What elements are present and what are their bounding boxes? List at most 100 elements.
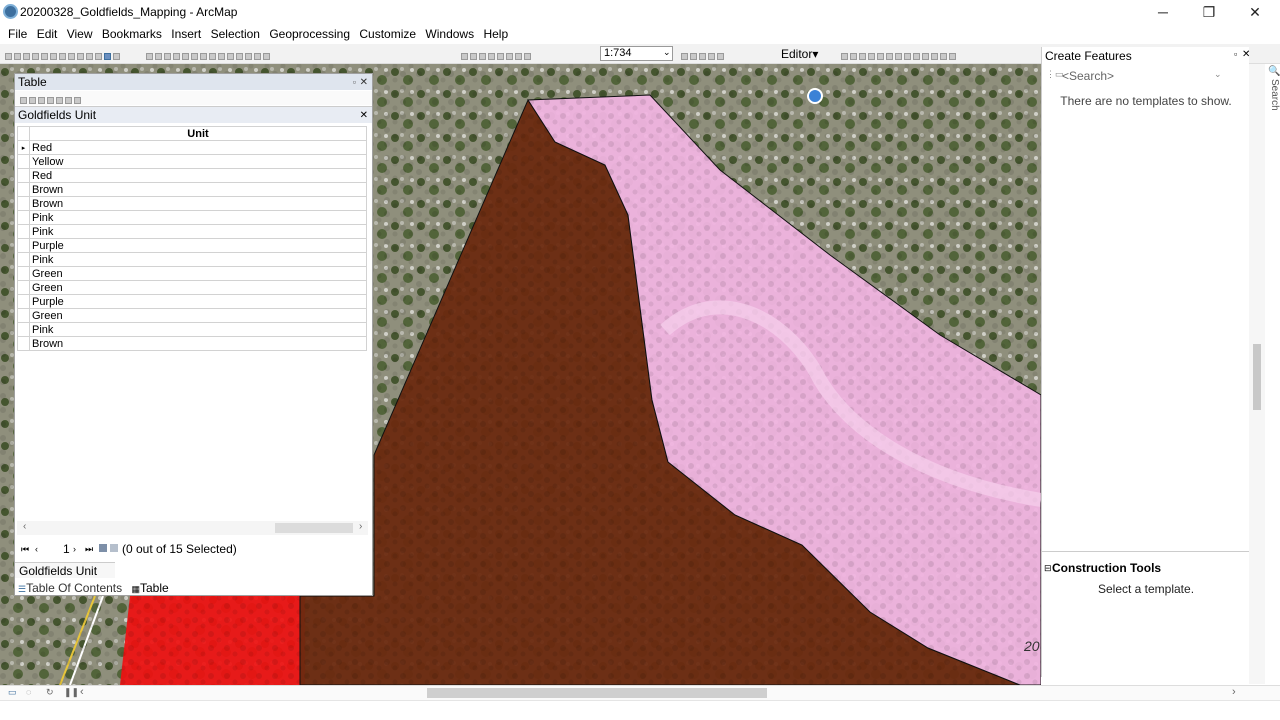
html-popup-icon[interactable] bbox=[263, 53, 270, 61]
undo-icon[interactable] bbox=[77, 53, 84, 61]
menu-edit[interactable]: Edit bbox=[34, 24, 61, 44]
cut-polygons-icon[interactable] bbox=[904, 53, 911, 61]
previous-record-icon[interactable]: ‹ bbox=[35, 540, 38, 558]
split-icon[interactable] bbox=[913, 53, 920, 61]
table-cell-unit[interactable]: Green bbox=[29, 266, 367, 281]
dropdown-icon[interactable] bbox=[113, 53, 120, 61]
template-search-input[interactable]: <Search> bbox=[1062, 69, 1222, 85]
save-icon[interactable] bbox=[23, 53, 30, 61]
column-header-unit[interactable]: Unit bbox=[29, 126, 367, 141]
table-options-icon[interactable] bbox=[20, 97, 27, 105]
select-icon[interactable] bbox=[218, 53, 225, 61]
table-row[interactable]: Pink bbox=[17, 252, 367, 267]
table-row[interactable]: Purple bbox=[17, 294, 367, 309]
row-selector[interactable]: ▸ bbox=[17, 140, 30, 155]
find-icon[interactable] bbox=[236, 53, 243, 61]
table-of-contents-icon[interactable] bbox=[470, 53, 477, 61]
tab-table-of-contents[interactable]: ☰Table Of Contents bbox=[15, 580, 125, 597]
table-row[interactable]: Pink bbox=[17, 224, 367, 239]
menu-geoprocessing[interactable]: Geoprocessing bbox=[266, 24, 353, 44]
map-horizontal-scrollbar[interactable]: ▭ ◌ ↻ ❚❚ ‹ › bbox=[0, 685, 1280, 700]
end-point-arc-icon[interactable] bbox=[868, 53, 875, 61]
python-icon[interactable] bbox=[506, 53, 513, 61]
pin-icon[interactable]: ▫ bbox=[353, 74, 356, 90]
zoom-to-selected-icon[interactable] bbox=[65, 97, 72, 105]
search-tool-icon[interactable] bbox=[488, 53, 495, 61]
rotate-icon[interactable] bbox=[922, 53, 929, 61]
row-selector[interactable] bbox=[17, 224, 30, 239]
edit-annotation-icon[interactable] bbox=[850, 53, 857, 61]
collapse-icon[interactable]: ⊟ bbox=[1044, 563, 1052, 574]
chevron-down-icon[interactable]: ⌄ bbox=[1214, 69, 1222, 80]
table-cell-unit[interactable]: Brown bbox=[29, 336, 367, 351]
row-selector[interactable] bbox=[17, 252, 30, 267]
row-selector[interactable] bbox=[17, 210, 30, 225]
related-tables-icon[interactable] bbox=[29, 97, 36, 105]
zoom-in-icon[interactable] bbox=[146, 53, 153, 61]
table-cell-unit[interactable]: Brown bbox=[29, 196, 367, 211]
table-horizontal-scrollbar[interactable]: ‹ › bbox=[17, 521, 368, 535]
arctoolbox-icon[interactable] bbox=[497, 53, 504, 61]
open-icon[interactable] bbox=[14, 53, 21, 61]
row-selector[interactable] bbox=[17, 322, 30, 337]
maximize-button[interactable]: ❐ bbox=[1186, 0, 1232, 24]
zoom-out-icon[interactable] bbox=[155, 53, 162, 61]
row-selector[interactable] bbox=[17, 336, 30, 351]
table-row[interactable]: Brown bbox=[17, 196, 367, 211]
model-builder-icon[interactable] bbox=[515, 53, 522, 61]
select-by-attributes-icon[interactable] bbox=[38, 97, 45, 105]
create-features-icon[interactable] bbox=[949, 53, 956, 61]
row-selector-header[interactable] bbox=[17, 126, 30, 141]
chevron-right-icon[interactable]: › bbox=[1232, 686, 1236, 698]
table-cell-unit[interactable]: Purple bbox=[29, 294, 367, 309]
row-selector[interactable] bbox=[17, 266, 30, 281]
table-cell-unit[interactable]: Red bbox=[29, 140, 367, 155]
catalog-icon[interactable] bbox=[479, 53, 486, 61]
trace-icon[interactable] bbox=[877, 53, 884, 61]
menu-customize[interactable]: Customize bbox=[356, 24, 419, 44]
edit-tool-icon[interactable] bbox=[841, 53, 848, 61]
menu-bookmarks[interactable]: Bookmarks bbox=[99, 24, 165, 44]
point-icon[interactable] bbox=[886, 53, 893, 61]
full-extent-icon[interactable] bbox=[173, 53, 180, 61]
copy-icon[interactable] bbox=[50, 53, 57, 61]
last-record-icon[interactable]: ⏭ bbox=[85, 540, 93, 558]
current-record-input[interactable]: 1 bbox=[63, 540, 70, 558]
search-window-tab[interactable]: 🔍 Search bbox=[1265, 64, 1280, 114]
cut-icon[interactable] bbox=[41, 53, 48, 61]
table-row[interactable]: Green bbox=[17, 280, 367, 295]
table-cell-unit[interactable]: Pink bbox=[29, 252, 367, 267]
sketch-properties-icon[interactable] bbox=[940, 53, 947, 61]
first-record-icon[interactable]: ⏮ bbox=[21, 540, 29, 558]
table-cell-unit[interactable]: Green bbox=[29, 280, 367, 295]
table-cell-unit[interactable]: Brown bbox=[29, 182, 367, 197]
chevron-left-icon[interactable]: ‹ bbox=[80, 686, 84, 698]
redo-icon[interactable] bbox=[86, 53, 93, 61]
table-row[interactable]: Pink bbox=[17, 322, 367, 337]
row-selector[interactable] bbox=[17, 280, 30, 295]
scrollbar-thumb[interactable] bbox=[1253, 344, 1261, 410]
next-record-icon[interactable]: › bbox=[73, 540, 76, 558]
menu-view[interactable]: View bbox=[64, 24, 96, 44]
layout-view-icon[interactable] bbox=[690, 53, 697, 61]
close-icon[interactable]: ✕ bbox=[360, 107, 368, 124]
hyperlink-icon[interactable] bbox=[254, 53, 261, 61]
attributes-icon[interactable] bbox=[931, 53, 938, 61]
organize-templates-icon[interactable]: ⋮▭ bbox=[1046, 69, 1064, 80]
close-icon[interactable]: ✕ bbox=[1242, 49, 1250, 60]
measure-icon[interactable] bbox=[245, 53, 252, 61]
table-row[interactable]: Yellow bbox=[17, 154, 367, 169]
table-cell-unit[interactable]: Pink bbox=[29, 322, 367, 337]
table-cell-unit[interactable]: Purple bbox=[29, 238, 367, 253]
refresh-icon[interactable] bbox=[708, 53, 715, 61]
chevron-right-icon[interactable]: › bbox=[359, 521, 362, 532]
identify-icon[interactable] bbox=[227, 53, 234, 61]
scrollbar-thumb[interactable] bbox=[427, 688, 767, 698]
forward-icon[interactable] bbox=[209, 53, 216, 61]
table-cell-unit[interactable]: Yellow bbox=[29, 154, 367, 169]
row-selector[interactable] bbox=[17, 308, 30, 323]
layout-view-icon[interactable]: ▭ bbox=[8, 687, 17, 698]
menu-selection[interactable]: Selection bbox=[208, 24, 263, 44]
row-selector[interactable] bbox=[17, 238, 30, 253]
table-cell-unit[interactable]: Pink bbox=[29, 210, 367, 225]
